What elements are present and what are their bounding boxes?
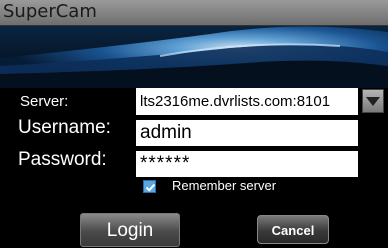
username-field[interactable]	[136, 120, 358, 146]
header-banner-image	[0, 26, 388, 88]
cancel-button[interactable]: Cancel	[257, 215, 329, 244]
password-field[interactable]	[136, 151, 358, 177]
password-label: Password:	[18, 149, 107, 170]
login-button[interactable]: Login	[80, 213, 180, 247]
title-bar: SuperCam	[0, 0, 388, 26]
server-dropdown-button[interactable]	[362, 89, 384, 113]
login-form: Server: Username: Password: Remember ser…	[0, 88, 388, 247]
server-label: Server:	[20, 93, 69, 110]
remember-server-checkbox[interactable]	[143, 180, 156, 193]
app-title: SuperCam	[3, 1, 97, 22]
server-field[interactable]	[136, 88, 358, 115]
check-icon	[145, 183, 156, 192]
chevron-down-icon	[366, 97, 380, 106]
remember-server-label: Remember server	[172, 178, 277, 193]
username-label: Username:	[18, 117, 111, 138]
